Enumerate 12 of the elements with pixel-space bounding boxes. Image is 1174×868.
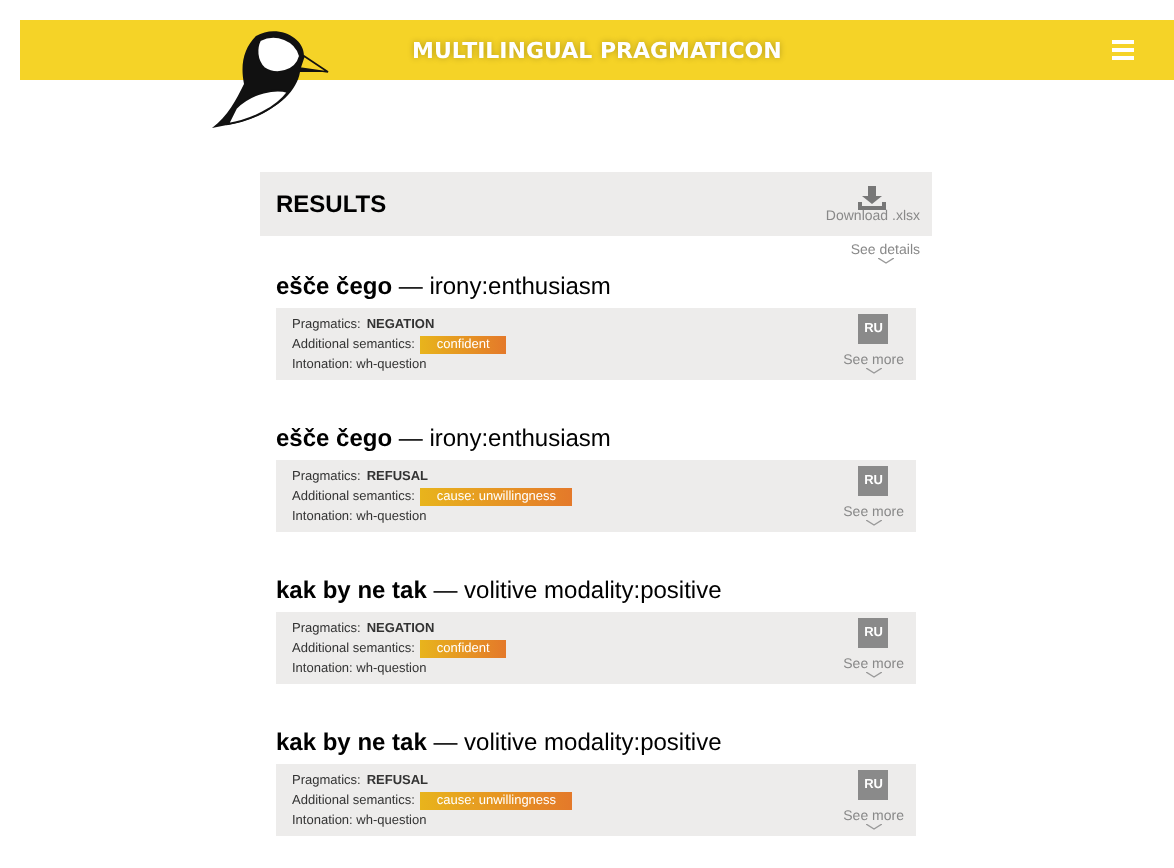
- entry-title: kak by ne tak — volitive modality:positive: [276, 728, 724, 756]
- results-heading: RESULTS: [276, 190, 387, 218]
- download-icon: [858, 185, 887, 209]
- entry-title: kak by ne tak — volitive modality:positive: [276, 576, 724, 604]
- site-title: MULTILINGUAL PRAGMATICON: [412, 37, 784, 63]
- chevron-down-icon: [865, 824, 882, 830]
- chevron-down-icon: [877, 258, 894, 264]
- entry-title: ešče čego — irony:enthusiasm: [276, 272, 613, 300]
- chevron-down-icon: [865, 368, 882, 374]
- entry-title: ešče čego — irony:enthusiasm: [276, 424, 613, 452]
- chevron-down-icon: [865, 672, 882, 678]
- chevron-down-icon: [865, 520, 882, 526]
